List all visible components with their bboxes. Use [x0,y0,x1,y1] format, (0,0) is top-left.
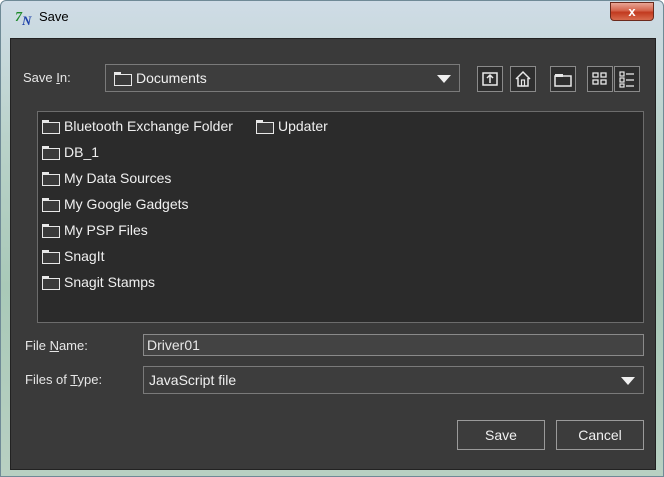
file-type-label: Files of Type: [25,372,103,387]
chevron-down-icon [437,75,451,83]
folder-icon [256,119,274,134]
file-list[interactable]: Bluetooth Exchange Folder Updater DB_1 M… [37,111,644,323]
list-item[interactable]: Updater [256,117,328,135]
list-item[interactable]: Bluetooth Exchange Folder [42,117,233,135]
chevron-down-icon [621,377,635,385]
title-bar[interactable]: 7N Save x [1,1,664,35]
file-name-field[interactable]: Driver01 [143,334,644,356]
folder-icon [42,249,60,264]
close-button[interactable]: x [610,2,654,21]
list-item[interactable]: DB_1 [42,143,99,161]
list-view-icon [592,72,607,85]
list-item[interactable]: My PSP Files [42,221,148,239]
save-in-label: Save In: [23,70,71,85]
save-in-value: Documents [136,70,207,86]
new-folder-icon [554,74,572,87]
up-one-level-button[interactable] [477,66,503,92]
save-button[interactable]: Save [457,420,545,450]
home-icon [515,70,531,87]
window-title: Save [39,9,69,24]
new-folder-button[interactable] [550,66,576,92]
folder-icon [42,145,60,160]
folder-icon [42,119,60,134]
list-item[interactable]: My Data Sources [42,169,171,187]
app-logo-icon: 7N [15,10,32,28]
up-one-level-icon [482,72,498,86]
details-view-button[interactable] [614,66,640,92]
save-in-dropdown[interactable]: Documents [105,64,460,92]
folder-icon [42,275,60,290]
dialog-body: Save In: Documents Bluetooth Exchange Fo… [10,38,656,470]
folder-icon [114,72,132,86]
details-view-icon [619,71,634,88]
folder-icon [42,171,60,186]
file-type-value: JavaScript file [149,372,237,388]
folder-icon [42,197,60,212]
list-item[interactable]: My Google Gadgets [42,195,189,213]
home-button[interactable] [510,66,536,92]
list-view-button[interactable] [587,66,613,92]
save-dialog-window: 7N Save x Save In: Documents Bluetooth E… [0,0,664,477]
folder-icon [42,223,60,238]
list-item[interactable]: SnagIt [42,247,104,265]
file-type-dropdown[interactable]: JavaScript file [143,366,644,394]
cancel-button[interactable]: Cancel [556,420,644,450]
list-item[interactable]: Snagit Stamps [42,273,155,291]
file-name-label: File Name: [25,338,88,353]
